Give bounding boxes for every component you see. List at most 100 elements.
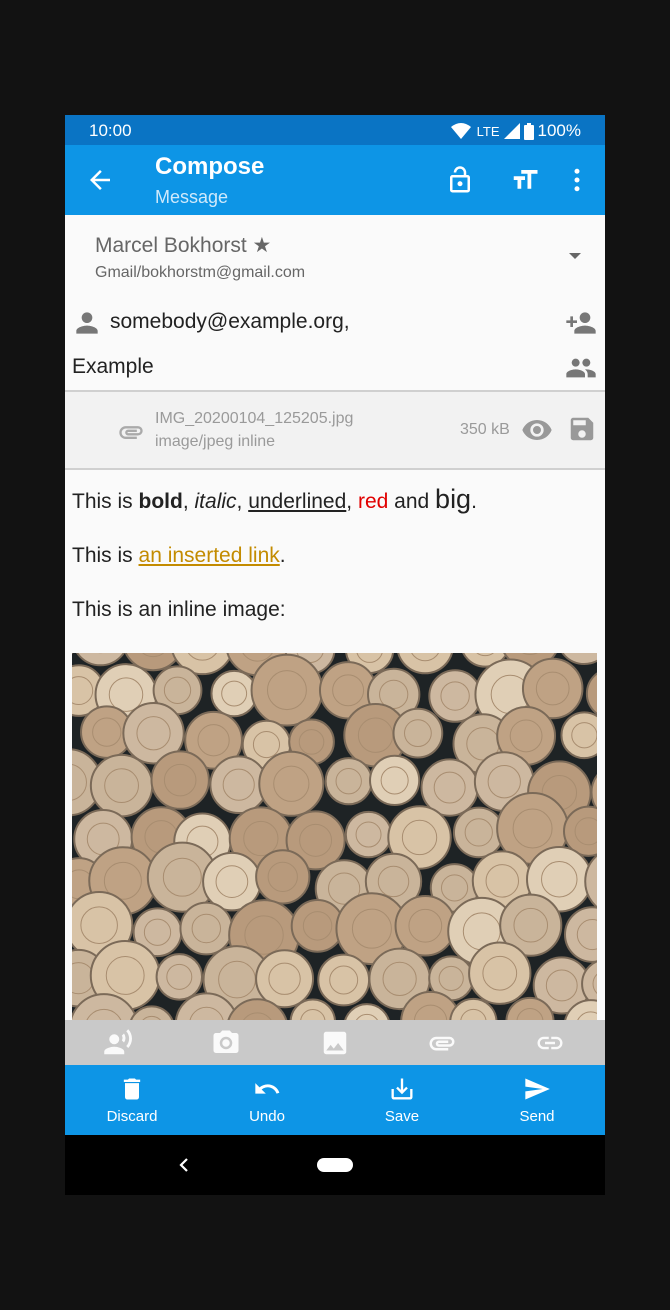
image-icon[interactable]	[320, 1028, 350, 1058]
to-field[interactable]: somebody@example.org,	[110, 310, 350, 334]
status-time: 10:00	[89, 121, 132, 140]
to-row: somebody@example.org,	[65, 300, 605, 346]
body-line-link: This is an inserted link.	[72, 540, 597, 572]
send-button[interactable]: Send	[470, 1065, 604, 1135]
log-end	[369, 754, 421, 807]
undo-icon	[255, 1083, 280, 1094]
log-end	[150, 750, 210, 810]
inserted-link[interactable]: an inserted link	[139, 544, 280, 567]
camera-icon[interactable]	[211, 1028, 241, 1058]
body-line-formatting: This is bold, italic, underlined, red an…	[72, 483, 597, 518]
save-label: Save	[384, 1108, 420, 1125]
log-end	[392, 707, 444, 759]
save-button[interactable]: Save	[335, 1065, 469, 1135]
log-end	[394, 894, 457, 957]
underlined-text: underlined	[248, 490, 347, 513]
log-pile-image	[72, 653, 597, 1020]
attachment-type: image/jpeg inline	[155, 433, 276, 450]
more-vert-icon[interactable]	[562, 165, 592, 195]
text-prefix: This is	[72, 544, 139, 567]
text-sep: ,	[346, 490, 358, 513]
discard-label: Discard	[106, 1108, 158, 1125]
page-subtitle: Message	[155, 187, 229, 207]
attachment-row[interactable]: IMG_20200104_125205.jpg image/jpeg inlin…	[65, 392, 605, 468]
text-sep: ,	[182, 490, 195, 513]
log-end	[564, 906, 597, 963]
log-end	[258, 750, 325, 817]
log-end	[585, 672, 597, 715]
log-end	[255, 949, 315, 1009]
text-size-icon[interactable]	[510, 165, 540, 195]
log-end	[428, 669, 482, 723]
trash-icon	[123, 1078, 141, 1100]
subject-row: Example	[65, 345, 605, 391]
signal-icon	[503, 123, 520, 139]
log-end	[584, 854, 597, 909]
battery-icon	[523, 122, 534, 140]
phone-screen: 10:00 LTE 100% Compose Message Marcel Bo…	[65, 115, 605, 1195]
log-end	[210, 669, 258, 718]
add-contact-icon[interactable]	[565, 307, 597, 339]
text-prefix: This is	[72, 490, 139, 513]
bold-text: bold	[138, 490, 183, 513]
body-line-image: This is an inline image:	[72, 598, 286, 621]
log-end	[89, 753, 154, 818]
log-end	[397, 653, 453, 675]
dropdown-arrow-icon[interactable]	[567, 249, 583, 263]
lock-open-icon[interactable]	[445, 165, 475, 195]
battery-level: 100%	[537, 121, 581, 140]
log-end	[560, 711, 597, 760]
nav-home-pill[interactable]	[317, 1158, 353, 1172]
log-end	[75, 653, 125, 667]
voice-icon[interactable]	[103, 1028, 133, 1058]
big-text: big	[435, 484, 472, 514]
red-text: red	[357, 490, 389, 513]
save-attachment-icon[interactable]	[567, 414, 597, 444]
nav-back-icon[interactable]	[175, 1155, 193, 1175]
network-label: LTE	[476, 123, 500, 139]
sender-name: Marcel Bokhorst ★	[95, 234, 272, 257]
log-end	[468, 941, 532, 1005]
attachment-filename: IMG_20200104_125205.jpg	[155, 410, 354, 427]
app-bar: Compose Message	[65, 145, 605, 215]
group-icon[interactable]	[565, 352, 597, 384]
log-end	[344, 1003, 390, 1020]
log-end	[179, 901, 234, 956]
undo-label: Undo	[249, 1108, 285, 1125]
attach-icon[interactable]	[427, 1028, 457, 1058]
sender-account: Gmail/bokhorstm@gmail.com	[95, 264, 306, 281]
text-sep: ,	[236, 490, 249, 513]
inline-image[interactable]	[72, 653, 597, 1020]
wifi-icon	[450, 123, 471, 139]
discard-button[interactable]: Discard	[65, 1065, 199, 1135]
download-icon	[391, 1078, 413, 1100]
page-title: Compose	[155, 153, 265, 180]
log-end	[255, 849, 311, 905]
send-icon	[525, 1078, 550, 1100]
log-end	[250, 653, 324, 727]
message-body[interactable]: This is bold, italic, underlined, red an…	[72, 483, 597, 648]
log-end	[317, 953, 371, 1007]
link-icon[interactable]	[535, 1028, 565, 1058]
attachment-size: 350 kB	[460, 421, 510, 438]
back-arrow-icon[interactable]	[85, 165, 115, 195]
text-end: .	[279, 544, 286, 567]
status-bar: 10:00 LTE 100%	[65, 115, 605, 145]
log-end	[155, 953, 204, 1001]
eye-icon[interactable]	[521, 414, 553, 446]
status-right: LTE 100%	[450, 121, 581, 141]
divider-bottom	[65, 468, 605, 470]
subject-field[interactable]: Example	[72, 355, 154, 379]
system-nav-bar	[65, 1135, 605, 1195]
from-selector[interactable]: Marcel Bokhorst ★ Gmail/bokhorstm@gmail.…	[65, 215, 605, 295]
send-label: Send	[519, 1108, 555, 1125]
italic-text: italic	[194, 490, 237, 513]
bottom-action-bar: Discard Undo Save Send	[65, 1065, 605, 1135]
text-end: .	[471, 490, 477, 513]
log-end	[452, 806, 505, 859]
person-icon	[76, 312, 98, 334]
text-and: and	[388, 490, 436, 513]
paperclip-icon	[119, 426, 143, 439]
undo-button[interactable]: Undo	[200, 1065, 334, 1135]
log-end	[324, 757, 373, 806]
